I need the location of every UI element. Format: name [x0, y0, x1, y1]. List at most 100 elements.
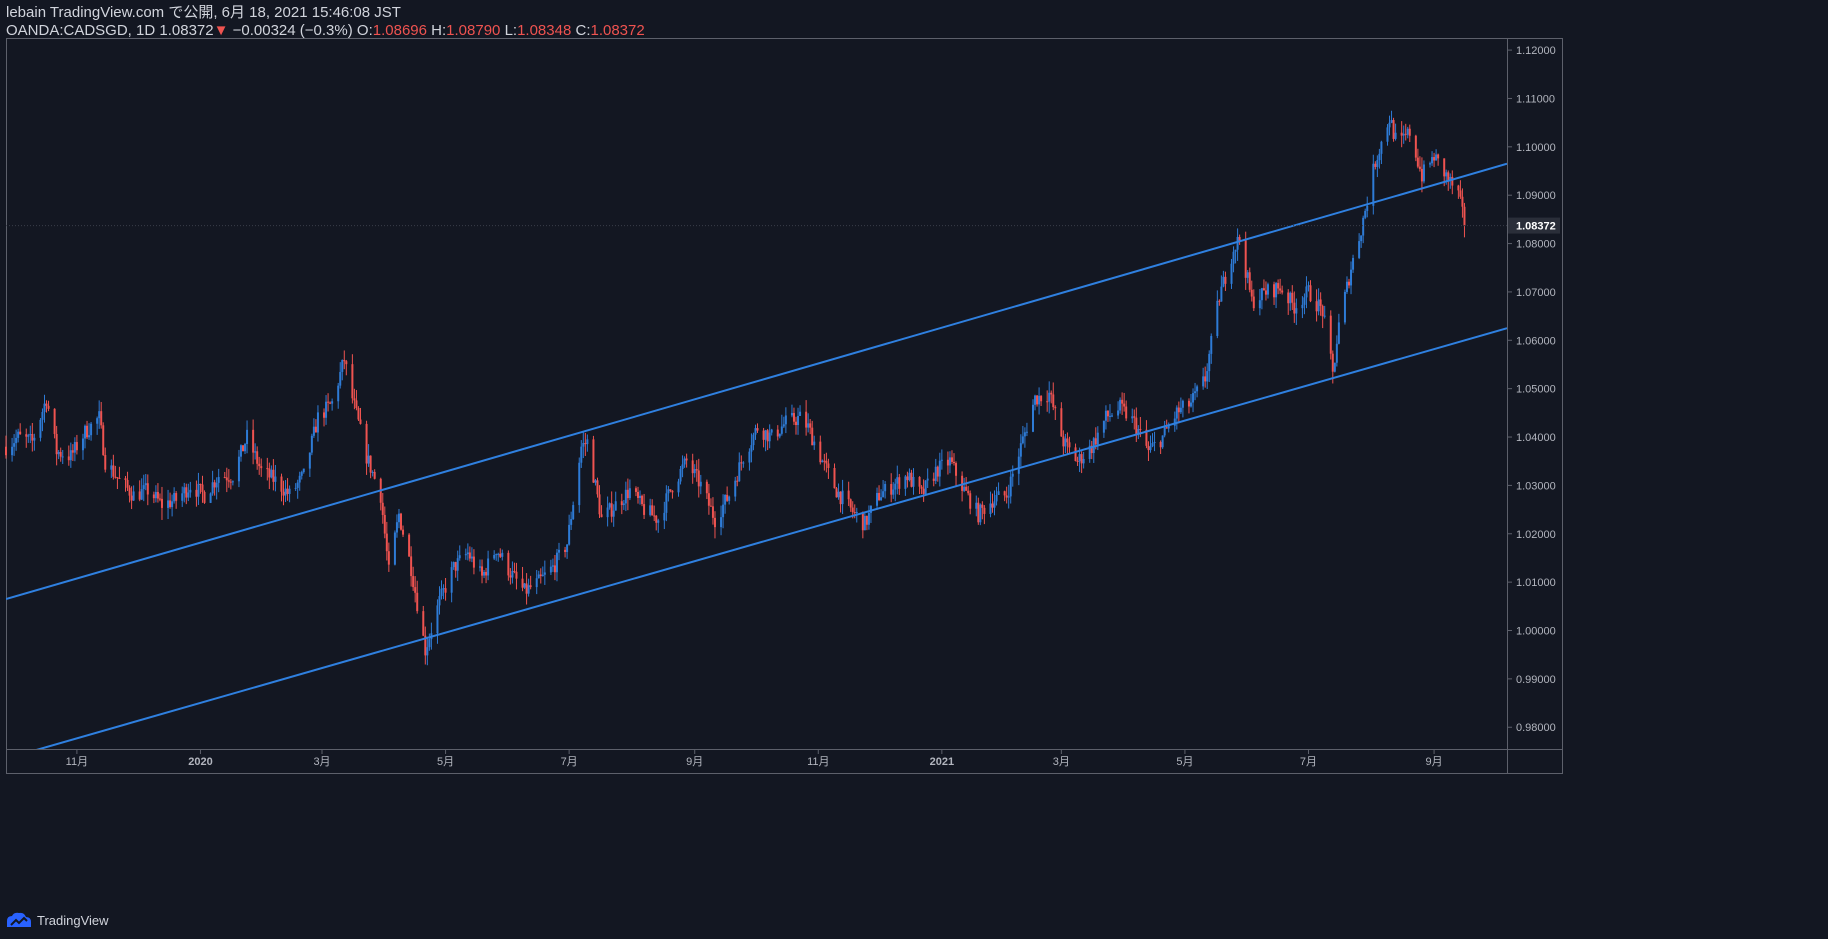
candle	[81, 433, 84, 460]
candle-body	[1066, 438, 1069, 443]
candle	[1050, 390, 1053, 404]
candle-body	[171, 501, 174, 508]
candle	[1248, 267, 1251, 293]
tradingview-footer[interactable]: TradingView	[6, 910, 109, 930]
candle	[213, 479, 216, 496]
candle-body	[614, 501, 617, 511]
candle	[782, 416, 785, 429]
candle	[894, 478, 897, 502]
candle	[152, 491, 155, 504]
y-tick-label: 1.09000	[1516, 190, 1556, 202]
candle-body	[1376, 160, 1379, 167]
candle-body	[140, 489, 143, 500]
candle	[438, 586, 441, 615]
candle-body	[768, 432, 771, 442]
candle	[967, 485, 970, 496]
candle-body	[1054, 407, 1057, 409]
candle	[981, 501, 984, 520]
candle	[353, 388, 356, 410]
candle	[837, 483, 840, 500]
candle	[102, 422, 105, 456]
candle	[158, 493, 161, 502]
candle-body	[580, 446, 583, 463]
candle	[470, 547, 473, 563]
candle	[1117, 401, 1120, 419]
candle	[1390, 110, 1393, 124]
candle	[1380, 140, 1383, 165]
candle	[1052, 382, 1055, 411]
candle-body	[1260, 288, 1263, 301]
candle-body	[1459, 190, 1462, 197]
candle-body	[946, 459, 949, 466]
candle-body	[13, 443, 16, 447]
candle	[1273, 281, 1276, 305]
candle-body	[649, 505, 652, 515]
candle	[98, 400, 101, 429]
candle-body	[989, 503, 992, 514]
candle-body	[543, 572, 546, 575]
x-tick-label: 7月	[561, 756, 578, 768]
candle-body	[499, 553, 502, 557]
candle	[1303, 293, 1306, 315]
candle	[140, 478, 143, 501]
y-tick-label: 1.11000	[1516, 93, 1555, 105]
candle-body	[1319, 299, 1322, 306]
candle-body	[280, 476, 283, 492]
candle	[1392, 117, 1395, 142]
candle-body	[953, 461, 955, 464]
candle-body	[1125, 406, 1128, 419]
y-tick-label: 1.00000	[1516, 626, 1556, 638]
y-tick-label: 1.10000	[1516, 142, 1556, 154]
candle-body	[997, 491, 1000, 495]
candle	[707, 483, 710, 515]
candle	[813, 435, 816, 450]
candle-body	[720, 517, 723, 528]
candle	[634, 486, 637, 497]
candle	[246, 420, 249, 454]
candle-body	[671, 490, 674, 493]
candle-body	[357, 408, 360, 420]
y-tick-label: 1.02000	[1516, 529, 1556, 541]
price-chart[interactable]: 1.12000 1.11000 1.10000 1.09000 1.08000 1.070…	[0, 0, 1828, 939]
candle-body	[1025, 431, 1028, 433]
candle-body	[88, 435, 91, 438]
candle	[25, 428, 28, 448]
candle-body	[1461, 196, 1464, 207]
candle-body	[296, 482, 299, 488]
candle-body	[936, 466, 939, 477]
candle-body	[539, 574, 542, 577]
candle-body	[620, 501, 623, 506]
candle	[355, 390, 358, 411]
candle	[624, 481, 627, 512]
candle-body	[827, 463, 830, 468]
candle	[861, 511, 864, 539]
candle-body	[1372, 163, 1375, 206]
candle-body	[19, 431, 22, 435]
candle	[515, 562, 518, 590]
candle	[643, 493, 646, 519]
candle-body	[1094, 438, 1097, 445]
candle	[1023, 427, 1026, 448]
candle	[483, 569, 486, 579]
candle	[1173, 411, 1176, 432]
candle	[948, 451, 951, 474]
candle	[59, 447, 62, 462]
candle	[1317, 288, 1320, 316]
candle	[762, 427, 765, 448]
candle-body	[1262, 288, 1265, 291]
candle-body	[11, 446, 14, 456]
candle	[414, 576, 417, 603]
candle-body	[27, 435, 30, 437]
candle-body	[252, 429, 255, 453]
candle-body	[483, 571, 486, 576]
candle-body	[855, 511, 858, 513]
candle-body	[851, 507, 854, 513]
candle	[1106, 410, 1109, 422]
candle	[1323, 305, 1326, 319]
candle-body	[707, 493, 710, 506]
candle	[1007, 484, 1010, 509]
candle	[1289, 291, 1292, 311]
candle	[784, 407, 787, 434]
candle	[154, 485, 157, 503]
candle	[521, 566, 524, 592]
